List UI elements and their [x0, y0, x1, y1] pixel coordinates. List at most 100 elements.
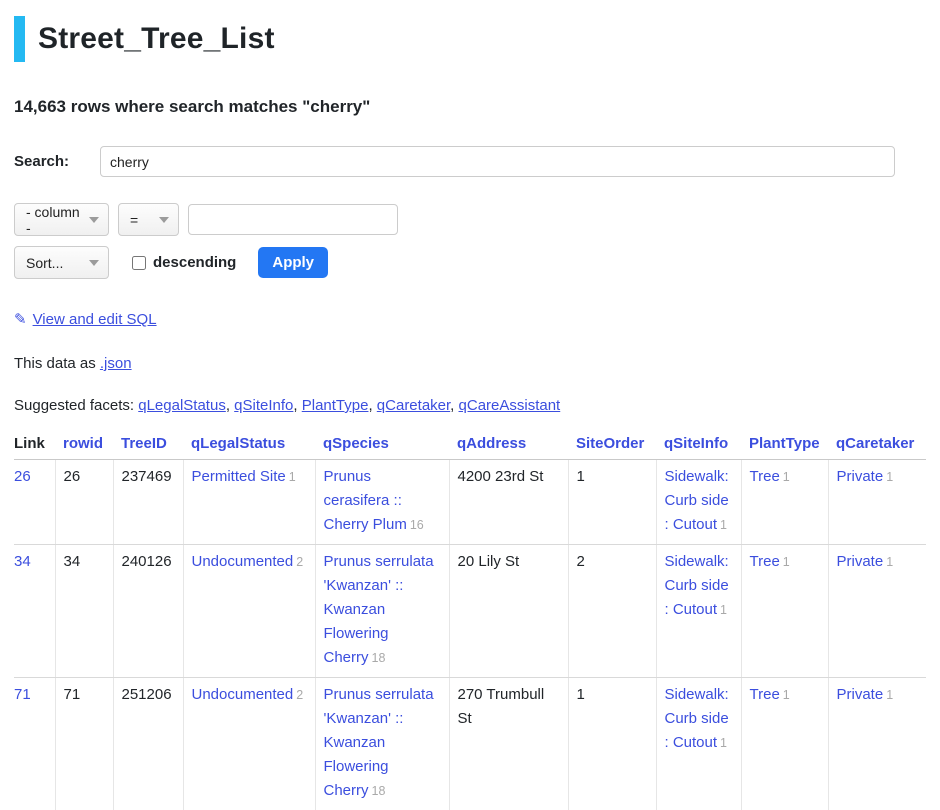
pencil-icon: ✎ [14, 311, 27, 328]
sort-by-treeid[interactable]: TreeID [121, 435, 167, 452]
sort-by-rowid[interactable]: rowid [63, 435, 103, 452]
descending-label: descending [153, 254, 236, 271]
column-header-qcaretaker: qCaretaker [828, 433, 926, 460]
operator-select[interactable]: = [118, 203, 179, 236]
facet-count: 18 [372, 784, 386, 798]
facet-separator: , [226, 397, 234, 414]
facet-count: 1 [720, 518, 727, 532]
cell-qlegalstatus: Permitted Site1 [183, 460, 315, 545]
facet-count: 2 [296, 688, 303, 702]
cell-planttype: Tree1 [741, 678, 828, 810]
sort-select[interactable]: Sort... [14, 246, 109, 279]
column-header-qaddress: qAddress [449, 433, 568, 460]
facet-separator: , [293, 397, 301, 414]
cell-qlegalstatus: Undocumented2 [183, 545, 315, 678]
cell-rowid: 34 [55, 545, 113, 678]
search-label: Search: [14, 153, 100, 170]
descending-option: descending [132, 254, 236, 271]
sort-by-qsiteinfo[interactable]: qSiteInfo [664, 435, 728, 452]
facet-count: 1 [886, 470, 893, 484]
cell-qspecies: Prunus serrulata 'Kwanzan' :: Kwanzan Fl… [315, 545, 449, 678]
suggested-facets-line: Suggested facets: qLegalStatus, qSiteInf… [14, 397, 926, 414]
apply-button[interactable]: Apply [258, 247, 328, 278]
cell-qsiteinfo: Sidewalk: Curb side : Cutout1 [656, 545, 741, 678]
column-header-link: Link [14, 433, 55, 460]
cell-qaddress: 4200 23rd St [449, 460, 568, 545]
table-header-row: Link rowid TreeID qLegalStatus qSpecies … [14, 433, 926, 460]
facet-link-qlegalstatus[interactable]: qLegalStatus [138, 397, 226, 414]
cell-qspecies: Prunus serrulata 'Kwanzan' :: Kwanzan Fl… [315, 678, 449, 810]
column-select-value: - column - [26, 204, 82, 236]
facet-value-link[interactable]: Tree [750, 468, 780, 485]
facet-value-link[interactable]: Undocumented [192, 553, 294, 570]
facet-value-link[interactable]: Undocumented [192, 686, 294, 703]
data-as-text: This data as [14, 355, 100, 372]
descending-checkbox[interactable] [132, 256, 146, 270]
cell-planttype: Tree1 [741, 545, 828, 678]
facet-link-qcaretaker[interactable]: qCaretaker [377, 397, 450, 414]
column-header-planttype: PlantType [741, 433, 828, 460]
search-row: Search: [14, 146, 926, 177]
row-link[interactable]: 34 [14, 553, 31, 570]
facet-value-link[interactable]: Private [837, 553, 884, 570]
sort-by-qcaretaker[interactable]: qCaretaker [836, 435, 914, 452]
sort-by-qaddress[interactable]: qAddress [457, 435, 526, 452]
cell-planttype: Tree1 [741, 460, 828, 545]
facet-count: 1 [783, 470, 790, 484]
facet-count: 1 [720, 603, 727, 617]
chevron-down-icon [89, 217, 99, 223]
row-link[interactable]: 26 [14, 468, 31, 485]
json-link[interactable]: .json [100, 355, 132, 372]
facet-count: 1 [783, 555, 790, 569]
cell-siteorder: 2 [568, 545, 656, 678]
page-header: Street_Tree_List [14, 16, 926, 62]
cell-qcaretaker: Private1 [828, 545, 926, 678]
search-input[interactable] [100, 146, 895, 177]
facet-count: 16 [410, 518, 424, 532]
facet-link-qsiteinfo[interactable]: qSiteInfo [234, 397, 293, 414]
sort-by-siteorder[interactable]: SiteOrder [576, 435, 644, 452]
cell-qcaretaker: Private1 [828, 460, 926, 545]
facet-value-link[interactable]: Tree [750, 686, 780, 703]
column-select[interactable]: - column - [14, 203, 109, 236]
facet-value-link[interactable]: Prunus serrulata 'Kwanzan' :: Kwanzan Fl… [324, 553, 434, 666]
filter-value-input[interactable] [188, 204, 398, 235]
cell-qaddress: 20 Lily St [449, 545, 568, 678]
facet-value-link[interactable]: Private [837, 468, 884, 485]
cell-qlegalstatus: Undocumented2 [183, 678, 315, 810]
cell-link: 34 [14, 545, 55, 678]
sql-line: ✎ View and edit SQL [14, 310, 926, 328]
cell-link: 71 [14, 678, 55, 810]
facet-value-link[interactable]: Prunus serrulata 'Kwanzan' :: Kwanzan Fl… [324, 686, 434, 799]
facet-value-link[interactable]: Permitted Site [192, 468, 286, 485]
sort-by-qspecies[interactable]: qSpecies [323, 435, 389, 452]
cell-treeid: 237469 [113, 460, 183, 545]
facet-link-qcareassistant[interactable]: qCareAssistant [459, 397, 561, 414]
sort-by-qlegalstatus[interactable]: qLegalStatus [191, 435, 285, 452]
facet-count: 1 [720, 736, 727, 750]
row-link[interactable]: 71 [14, 686, 31, 703]
operator-select-value: = [130, 212, 138, 228]
facet-count: 2 [296, 555, 303, 569]
facet-count: 1 [886, 555, 893, 569]
sort-by-planttype[interactable]: PlantType [749, 435, 820, 452]
view-edit-sql-link[interactable]: View and edit SQL [33, 311, 157, 328]
chevron-down-icon [89, 260, 99, 266]
page-title: Street_Tree_List [38, 22, 275, 56]
facet-link-planttype[interactable]: PlantType [302, 397, 369, 414]
column-header-qspecies: qSpecies [315, 433, 449, 460]
cell-treeid: 251206 [113, 678, 183, 810]
facet-count: 1 [886, 688, 893, 702]
table-row: 34 34 240126 Undocumented2 Prunus serrul… [14, 545, 926, 678]
cell-qcaretaker: Private1 [828, 678, 926, 810]
facet-value-link[interactable]: Tree [750, 553, 780, 570]
facet-count: 18 [372, 651, 386, 665]
cell-qspecies: Prunus cerasifera :: Cherry Plum16 [315, 460, 449, 545]
facet-value-link[interactable]: Prunus cerasifera :: Cherry Plum [324, 468, 407, 533]
facet-value-link[interactable]: Private [837, 686, 884, 703]
column-header-treeid: TreeID [113, 433, 183, 460]
cell-siteorder: 1 [568, 460, 656, 545]
table-row: 71 71 251206 Undocumented2 Prunus serrul… [14, 678, 926, 810]
filter-row: - column - = [14, 203, 926, 236]
facet-count: 1 [289, 470, 296, 484]
